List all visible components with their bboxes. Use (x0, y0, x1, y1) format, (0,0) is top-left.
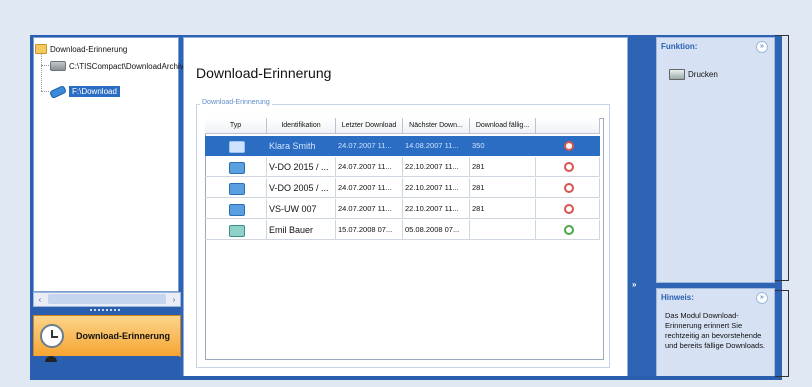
collapse-hint-panel-button[interactable]: » (756, 292, 768, 304)
nav-next-icon[interactable] (45, 356, 57, 362)
row-letzter-download: 24.07.2007 11... (336, 178, 403, 198)
tree-item-archive[interactable]: C:\TISCompact\DownloadArchiv (50, 61, 184, 71)
tree-root-label: Download-Erinnerung (50, 44, 128, 54)
tree-connector (41, 54, 42, 91)
row-download-faellig (470, 220, 536, 240)
row-letzter-download: 24.07.2007 11... (336, 157, 403, 177)
row-type-cell (205, 199, 267, 219)
callout-line (788, 290, 789, 377)
row-type-cell (205, 136, 267, 156)
row-alarm-cell (536, 199, 600, 219)
row-download-faellig: 281 (470, 178, 536, 198)
row-download-faellig: 350 (470, 136, 536, 156)
row-type-cell (205, 220, 267, 240)
column-header-typ[interactable]: Typ (205, 118, 267, 134)
group-box-label: Download-Erinnerung (200, 99, 272, 106)
table-row[interactable]: VS-UW 007 24.07.2007 11... 22.10.2007 11… (205, 199, 600, 219)
row-type-cell (205, 178, 267, 198)
column-header-naechster-download[interactable]: Nächster Down... (403, 118, 470, 134)
alarm-clock-icon (563, 204, 574, 214)
drive-icon (50, 61, 66, 71)
splitter-grip[interactable] (90, 309, 120, 313)
tacho-icon (228, 204, 245, 216)
clock-icon (40, 324, 64, 348)
row-download-faellig: 281 (470, 199, 536, 219)
tree-root[interactable]: Download-Erinnerung (35, 44, 127, 54)
callout-line (788, 35, 789, 280)
expand-panel-button[interactable]: » (632, 280, 646, 292)
row-letzter-download: 24.07.2007 11... (336, 136, 403, 156)
row-naechster-download: 22.10.2007 11... (403, 157, 470, 177)
table-row[interactable]: V-DO 2005 / ... 24.07.2007 11... 22.10.2… (205, 178, 600, 198)
row-alarm-cell (536, 136, 600, 156)
folder-icon (35, 44, 47, 54)
row-naechster-download: 22.10.2007 11... (403, 178, 470, 198)
alarm-clock-icon (563, 183, 574, 193)
print-label: Drucken (688, 70, 718, 79)
row-identifikation: Klara Smith (267, 136, 336, 156)
callout-line (775, 290, 789, 291)
nav-label: Download-Erinnerung (76, 331, 170, 341)
tree-connector (41, 91, 49, 92)
row-identifikation: VS-UW 007 (267, 199, 336, 219)
scroll-right-arrow-icon[interactable]: › (168, 293, 180, 306)
hint-text: Das Modul Download-Erinnerung erinnert S… (665, 311, 766, 350)
row-download-faellig: 281 (470, 157, 536, 177)
print-action[interactable]: Drucken (669, 69, 718, 80)
tree-horizontal-scrollbar[interactable]: ‹ › (33, 292, 181, 307)
usb-stick-icon (49, 84, 67, 99)
callout-line (775, 280, 789, 281)
function-panel-title: Funktion: (661, 42, 698, 51)
tree-item-label: F:\Download (69, 86, 120, 97)
row-identifikation: Emil Bauer (267, 220, 336, 240)
row-alarm-cell (536, 220, 600, 240)
tree-item-download[interactable]: F:\Download (49, 84, 120, 99)
nav-download-erinnerung[interactable]: Download-Erinnerung (33, 315, 181, 357)
tacho-icon (228, 183, 245, 195)
hint-panel-title: Hinweis: (661, 293, 694, 302)
row-identifikation: V-DO 2015 / ... (267, 157, 336, 177)
printer-icon (669, 69, 685, 80)
status-bar (30, 376, 782, 380)
row-identifikation: V-DO 2005 / ... (267, 178, 336, 198)
row-letzter-download: 24.07.2007 11... (336, 199, 403, 219)
row-naechster-download: 05.08.2008 07... (403, 220, 470, 240)
column-header-identifikation[interactable]: Identifikation (267, 118, 336, 134)
collapse-function-panel-button[interactable]: » (756, 41, 768, 53)
alarm-clock-icon (563, 162, 574, 172)
row-letzter-download: 15.07.2008 07... (336, 220, 403, 240)
row-naechster-download: 14.08.2007 11... (403, 136, 470, 156)
nav-overflow-strip (33, 356, 179, 378)
column-header-letzter-download[interactable]: Letzter Download (336, 118, 403, 134)
tree-connector (41, 65, 49, 66)
row-type-cell (205, 157, 267, 177)
tree-item-label: C:\TISCompact\DownloadArchiv (69, 61, 184, 71)
row-alarm-cell (536, 178, 600, 198)
hint-panel: Hinweis: » Das Modul Download-Erinnerung… (656, 288, 775, 378)
table-row[interactable]: V-DO 2015 / ... 24.07.2007 11... 22.10.2… (205, 157, 600, 177)
table-row[interactable]: Emil Bauer 15.07.2008 07... 05.08.2008 0… (205, 220, 600, 240)
alarm-clock-icon (563, 225, 574, 235)
alarm-clock-icon (563, 141, 574, 151)
row-alarm-cell (536, 157, 600, 177)
table-row[interactable]: Klara Smith 24.07.2007 11... 14.08.2007 … (205, 136, 600, 156)
tacho-icon (228, 162, 245, 174)
page-title: Download-Erinnerung (196, 65, 332, 81)
column-header-alarm[interactable] (536, 118, 600, 134)
folder-tree (33, 37, 179, 292)
scroll-left-arrow-icon[interactable]: ‹ (34, 293, 46, 306)
function-panel: Funktion: » Drucken (656, 37, 775, 283)
card-icon (228, 141, 245, 153)
driver-card-icon (228, 225, 245, 237)
callout-line (775, 376, 789, 377)
row-naechster-download: 22.10.2007 11... (403, 199, 470, 219)
table-header: Typ Identifikation Letzter Download Näch… (205, 118, 600, 134)
column-header-download-faellig[interactable]: Download fällig... (470, 118, 536, 134)
callout-line (775, 35, 789, 36)
scrollbar-thumb[interactable] (48, 294, 166, 304)
